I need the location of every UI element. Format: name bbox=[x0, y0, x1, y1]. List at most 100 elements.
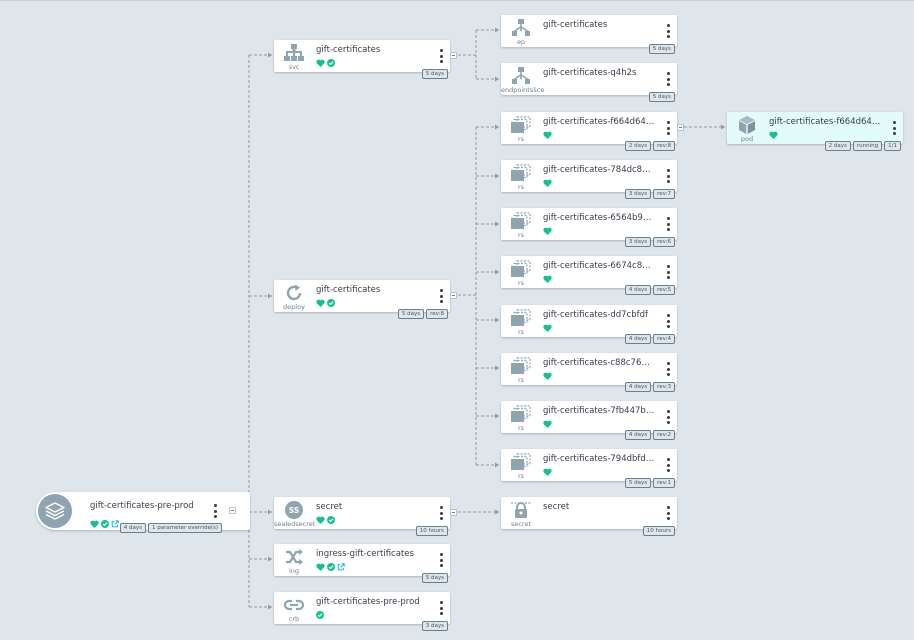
collapse-toggle[interactable] bbox=[450, 52, 457, 59]
node-menu-button[interactable] bbox=[663, 458, 673, 472]
layers-icon bbox=[36, 492, 74, 530]
collapse-toggle[interactable] bbox=[229, 507, 236, 514]
node-menu-button[interactable] bbox=[663, 265, 673, 279]
resource-title: gift-certificates-f664d6467 bbox=[543, 117, 655, 127]
kind-label: rs bbox=[517, 183, 525, 191]
edges-layer bbox=[236, 27, 725, 610]
node-svc[interactable]: svc gift-certificates 5 days bbox=[274, 40, 457, 79]
node-menu-button[interactable] bbox=[889, 121, 899, 135]
edge-arrowhead bbox=[495, 221, 499, 227]
node-deploy[interactable]: deploy gift-certificates 5 days rev:8 bbox=[274, 280, 457, 319]
external-link-icon[interactable] bbox=[111, 513, 119, 532]
age-badge: 5 days bbox=[648, 44, 675, 54]
node-menu-button[interactable] bbox=[663, 169, 673, 183]
node-badges: 2 days rev:8 bbox=[624, 141, 675, 151]
status-icons bbox=[316, 514, 335, 524]
status-icons bbox=[543, 129, 552, 139]
node-menu-button[interactable] bbox=[663, 217, 673, 231]
age-badge: 3 days bbox=[624, 237, 652, 247]
revision-badge: rev:1 bbox=[653, 478, 675, 488]
node-menu-button[interactable] bbox=[663, 314, 673, 328]
node-rs-6[interactable]: rs gift-certificates-c88c766bd 4 days re… bbox=[501, 353, 677, 392]
edge-arrowhead bbox=[495, 124, 499, 130]
age-badge: 10 hours bbox=[415, 526, 448, 536]
collapse-toggle[interactable] bbox=[450, 292, 457, 299]
node-badges: 5 days bbox=[421, 573, 448, 583]
node-badges: 5 days bbox=[648, 44, 675, 54]
revision-badge: rev:3 bbox=[653, 382, 675, 392]
healthy-heart-icon bbox=[90, 513, 99, 532]
node-ep[interactable]: ep gift-certificates 5 days bbox=[501, 15, 677, 54]
status-icons bbox=[316, 57, 335, 67]
resource-title: secret bbox=[543, 502, 570, 512]
node-secret[interactable]: secret secret 10 hours bbox=[501, 497, 677, 536]
revision-badge: rev:8 bbox=[426, 309, 448, 319]
resource-title: gift-certificates-784dc86df9 bbox=[543, 165, 655, 175]
edge-arrowhead bbox=[495, 509, 499, 515]
resource-title: gift-certificates-f664d6467-q... bbox=[769, 117, 881, 127]
synced-check-icon bbox=[327, 52, 335, 71]
node-menu-button[interactable] bbox=[436, 601, 446, 615]
sitemap-icon bbox=[503, 65, 539, 87]
node-rs-3[interactable]: rs gift-certificates-6564b946d7 3 days r… bbox=[501, 208, 677, 247]
edge-arrowhead bbox=[268, 556, 272, 562]
revision-badge: rev:4 bbox=[653, 334, 675, 344]
node-menu-button[interactable] bbox=[663, 24, 673, 38]
node-pod[interactable]: pod gift-certificates-f664d6467-q... 2 d… bbox=[727, 112, 903, 151]
kind-label: endpointslice bbox=[501, 86, 545, 94]
age-badge: 5 days bbox=[397, 309, 425, 319]
age-badge: 4 days bbox=[624, 382, 652, 392]
kind-label: rs bbox=[517, 231, 525, 239]
status-icons bbox=[543, 418, 552, 428]
collapse-toggle[interactable] bbox=[677, 124, 684, 131]
kind-label: rs bbox=[517, 472, 525, 480]
node-menu-button[interactable] bbox=[436, 49, 446, 63]
external-link-icon[interactable] bbox=[337, 556, 345, 575]
collapse-toggle[interactable] bbox=[450, 509, 457, 516]
application-title: gift-certificates-pre-prod bbox=[90, 501, 194, 511]
node-menu-button[interactable] bbox=[436, 289, 446, 303]
healthy-heart-icon bbox=[543, 413, 552, 432]
node-sealedsecret[interactable]: SS sealedsecret secret 10 hours bbox=[274, 497, 457, 536]
shuffle-icon bbox=[276, 546, 312, 568]
node-menu-button[interactable] bbox=[663, 506, 673, 520]
app-menu-button[interactable] bbox=[210, 504, 220, 518]
node-rs-2[interactable]: rs gift-certificates-784dc86df9 3 days r… bbox=[501, 160, 677, 199]
healthy-heart-icon bbox=[316, 556, 325, 575]
healthy-heart-icon bbox=[543, 124, 552, 143]
replicaset-icon bbox=[503, 355, 539, 377]
resource-title: gift-certificates-794dbfd765 bbox=[543, 454, 655, 464]
edge-arrowhead bbox=[268, 293, 272, 299]
node-menu-button[interactable] bbox=[663, 121, 673, 135]
node-rs-7[interactable]: rs gift-certificates-7fb447b8bf 4 days r… bbox=[501, 401, 677, 440]
replicaset-icon bbox=[503, 258, 539, 280]
node-rs-4[interactable]: rs gift-certificates-6674c89b4d 4 days r… bbox=[501, 256, 677, 295]
node-rs-8[interactable]: rs gift-certificates-794dbfd765 5 days r… bbox=[501, 449, 677, 488]
kind-label: sealedsecret bbox=[274, 520, 316, 528]
application-node[interactable]: gift-certificates-pre-prod 4 days 1 para… bbox=[36, 492, 250, 533]
node-rs-5[interactable]: rs gift-certificates-dd7cbfdf 4 days rev… bbox=[501, 305, 677, 344]
node-ing[interactable]: ing ingress-gift-certificates 5 days bbox=[274, 544, 450, 583]
age-badge: 2 days bbox=[624, 141, 652, 151]
edge-arrowhead bbox=[721, 124, 725, 130]
node-badges: 5 days bbox=[421, 69, 448, 79]
replicaset-icon bbox=[503, 307, 539, 329]
kind-label: ing bbox=[288, 567, 300, 575]
node-menu-button[interactable] bbox=[663, 362, 673, 376]
age-badge: 3 days bbox=[421, 621, 448, 631]
node-menu-button[interactable] bbox=[436, 506, 446, 520]
synced-check-icon bbox=[316, 604, 324, 623]
node-badges: 4 days rev:5 bbox=[624, 285, 675, 295]
node-endpointslice[interactable]: endpointslice gift-certificates-q4h2s 5 … bbox=[501, 63, 677, 102]
node-crb[interactable]: crb gift-certificates-pre-prod 3 days bbox=[274, 592, 450, 631]
healthy-heart-icon bbox=[769, 124, 778, 143]
edge-arrowhead bbox=[495, 413, 499, 419]
node-rs-1[interactable]: rs gift-certificates-f664d6467 2 days re… bbox=[501, 112, 684, 151]
node-menu-button[interactable] bbox=[436, 553, 446, 567]
resource-title: gift-certificates bbox=[543, 20, 608, 30]
node-badges: 5 days bbox=[648, 92, 675, 102]
node-menu-button[interactable] bbox=[663, 72, 673, 86]
resource-title: gift-certificates-c88c766bd bbox=[543, 358, 655, 368]
edge-arrowhead bbox=[495, 269, 499, 275]
node-menu-button[interactable] bbox=[663, 410, 673, 424]
